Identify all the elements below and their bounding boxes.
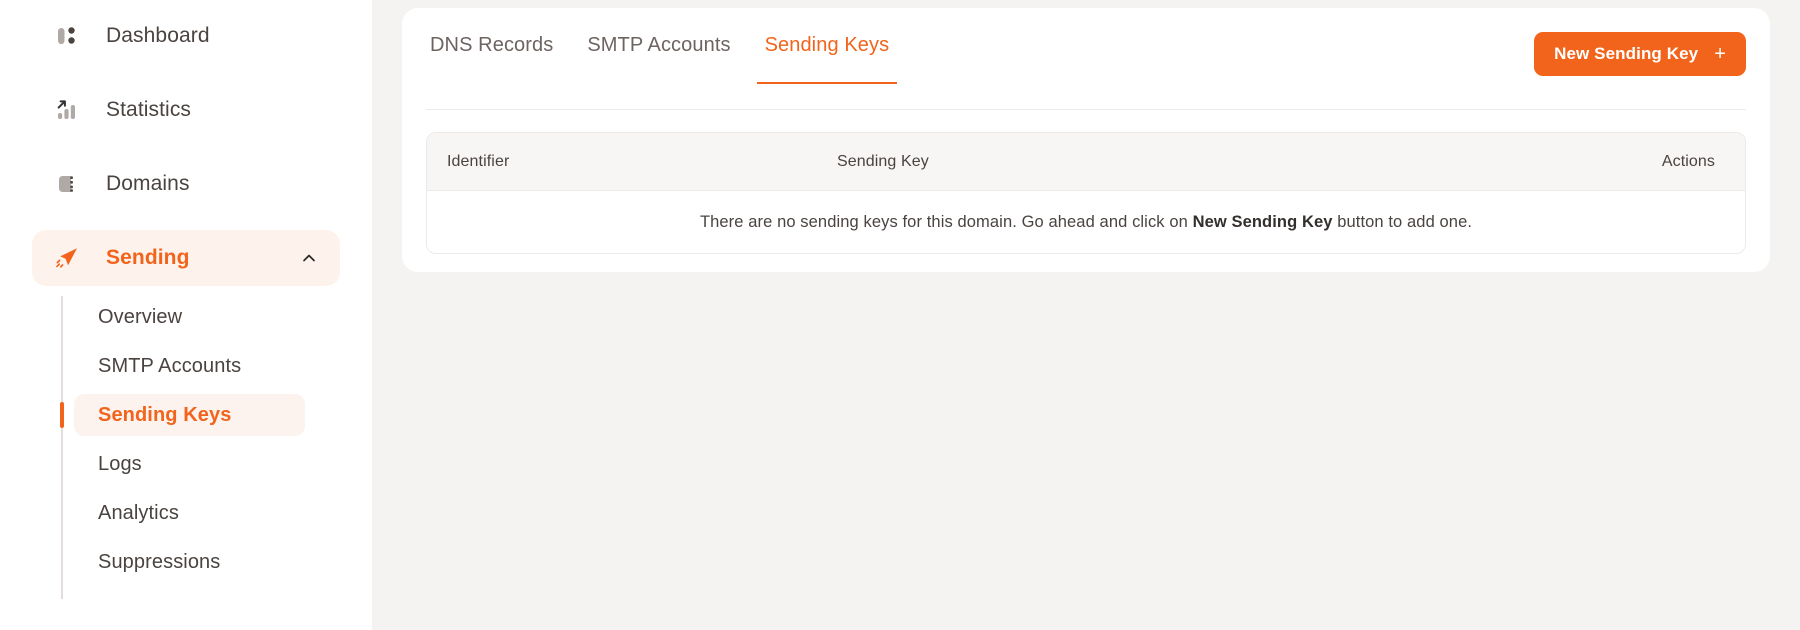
- sidebar-item-analytics[interactable]: Analytics: [74, 492, 305, 534]
- statistics-icon: [54, 97, 80, 123]
- tab-bar: DNS Records SMTP Accounts Sending Keys N…: [426, 8, 1746, 110]
- sidebar: Dashboard Statistics Domains Sending Ove…: [0, 0, 372, 630]
- tab-sending-keys[interactable]: Sending Keys: [756, 34, 897, 84]
- sending-keys-card: DNS Records SMTP Accounts Sending Keys N…: [402, 8, 1770, 272]
- new-sending-key-label: New Sending Key: [1554, 44, 1699, 63]
- plus-icon: +: [1714, 43, 1726, 65]
- empty-state-message: There are no sending keys for this domai…: [700, 213, 1472, 232]
- table-empty-state: There are no sending keys for this domai…: [427, 191, 1745, 253]
- sidebar-item-overview[interactable]: Overview: [74, 296, 305, 338]
- sidebar-subitem-label: Suppressions: [98, 550, 221, 573]
- chevron-up-icon[interactable]: [300, 249, 318, 267]
- sidebar-item-smtp-accounts[interactable]: SMTP Accounts: [74, 345, 305, 387]
- sidebar-subitem-label: Overview: [98, 305, 183, 328]
- paper-plane-icon: [54, 245, 80, 271]
- sidebar-item-label: Domains: [106, 172, 190, 195]
- empty-message-suffix: button to add one.: [1332, 212, 1473, 231]
- tab-smtp-accounts[interactable]: SMTP Accounts: [583, 34, 734, 83]
- tab-label: Sending Keys: [764, 34, 890, 56]
- tab-label: DNS Records: [430, 34, 554, 56]
- new-sending-key-button[interactable]: New Sending Key +: [1534, 32, 1746, 76]
- column-header-identifier: Identifier: [447, 152, 510, 170]
- sidebar-subnav-sending: Overview SMTP Accounts Sending Keys Logs…: [0, 296, 372, 599]
- dashboard-icon: [54, 23, 80, 49]
- main-content: DNS Records SMTP Accounts Sending Keys N…: [372, 0, 1800, 630]
- sending-keys-table: Identifier Sending Key Actions There are…: [426, 132, 1746, 254]
- sidebar-item-label: Dashboard: [106, 24, 210, 47]
- sidebar-item-label: Statistics: [106, 98, 192, 121]
- app-root: Dashboard Statistics Domains Sending Ove…: [0, 0, 1800, 630]
- sidebar-item-label: Sending: [106, 246, 190, 269]
- sidebar-item-sending[interactable]: Sending: [32, 230, 340, 286]
- column-header-actions: Actions: [1661, 152, 1715, 170]
- domains-icon: [54, 171, 80, 197]
- tab-dns-records[interactable]: DNS Records: [426, 34, 557, 83]
- sidebar-subitem-label: Sending Keys: [98, 403, 232, 426]
- sidebar-item-statistics[interactable]: Statistics: [32, 82, 340, 138]
- sidebar-subitem-label: Logs: [98, 452, 142, 475]
- sidebar-subitem-label: SMTP Accounts: [98, 354, 242, 377]
- subnav-connector-line: [61, 296, 63, 599]
- sidebar-item-logs[interactable]: Logs: [74, 443, 305, 485]
- empty-message-bold: New Sending Key: [1192, 212, 1333, 231]
- empty-message-prefix: There are no sending keys for this domai…: [699, 212, 1193, 231]
- sidebar-item-suppressions[interactable]: Suppressions: [74, 541, 305, 583]
- sidebar-subitem-label: Analytics: [98, 501, 179, 524]
- column-header-sending-key: Sending Key: [837, 152, 929, 170]
- sidebar-item-domains[interactable]: Domains: [32, 156, 340, 212]
- sidebar-item-sending-keys[interactable]: Sending Keys: [60, 394, 305, 436]
- tab-label: SMTP Accounts: [587, 34, 731, 56]
- sidebar-item-dashboard[interactable]: Dashboard: [32, 8, 340, 64]
- table-header-row: Identifier Sending Key Actions: [427, 133, 1745, 191]
